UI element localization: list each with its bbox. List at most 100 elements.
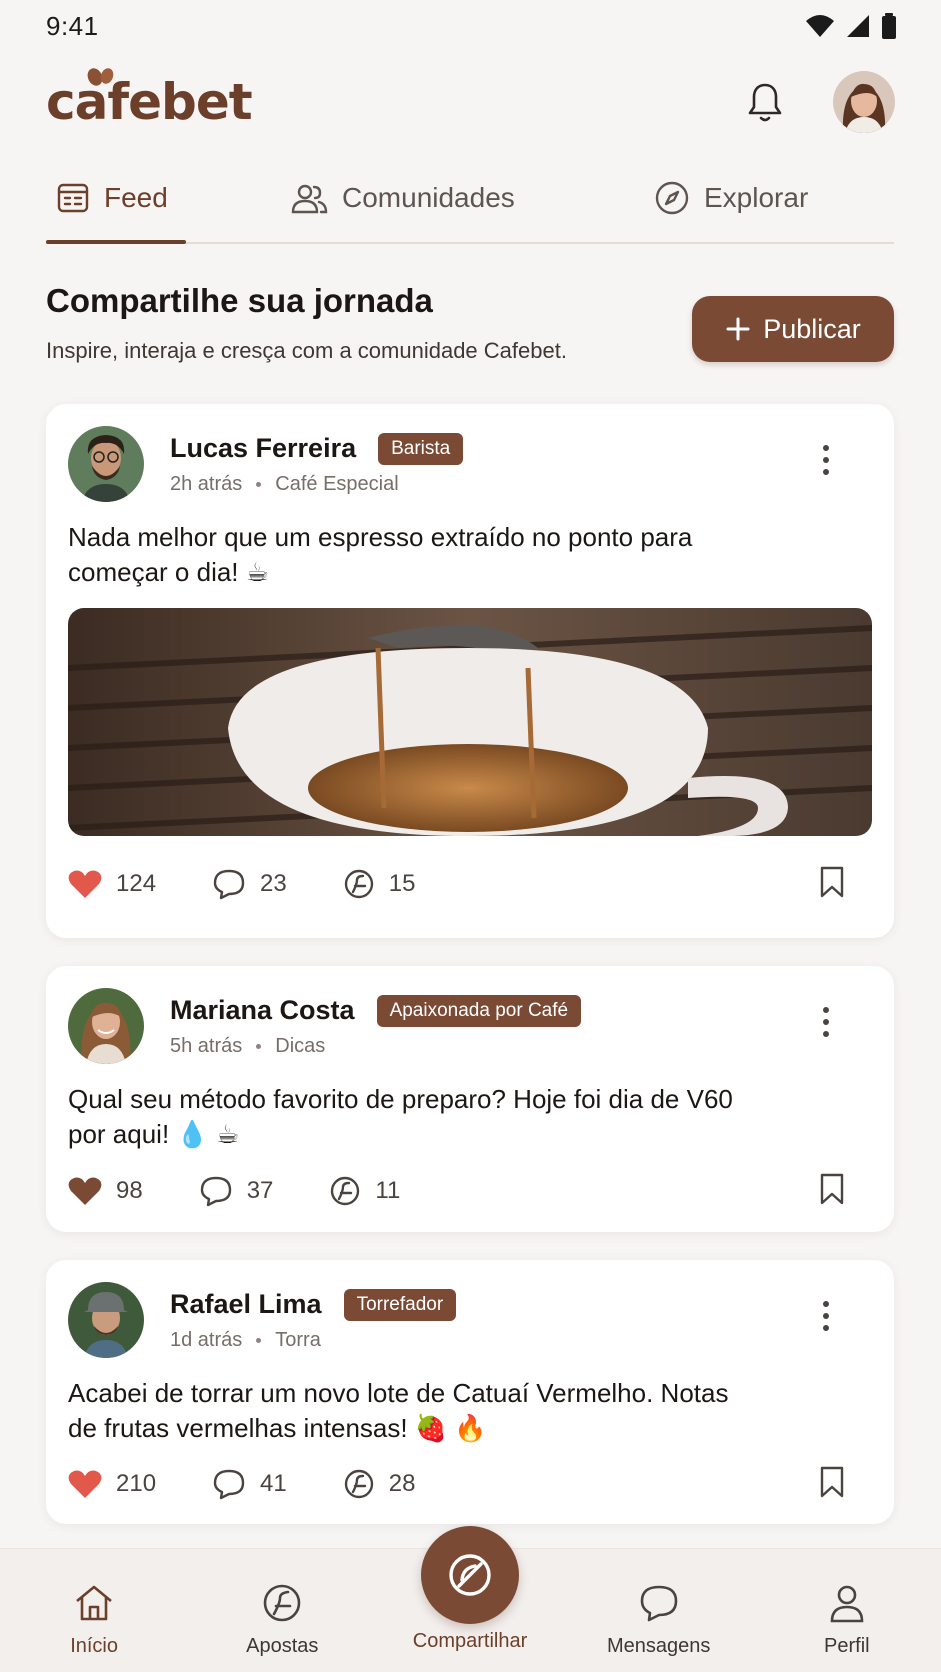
post-header: Mariana Costa Apaixonada por Café 5h atr… <box>68 988 872 1064</box>
author-name[interactable]: Rafael Lima <box>170 1289 322 1320</box>
author-avatar[interactable] <box>68 426 144 502</box>
like-count: 98 <box>116 1177 143 1204</box>
meta-separator <box>256 1043 262 1049</box>
more-dot <box>823 1313 829 1319</box>
post-card: Lucas Ferreira Barista 2h atrás Café Esp… <box>46 404 894 938</box>
share-button[interactable]: 28 <box>343 1468 416 1500</box>
tab-feed[interactable]: Feed <box>46 168 286 244</box>
post-category[interactable]: Dicas <box>275 1035 325 1058</box>
bookmark-button[interactable] <box>818 866 846 903</box>
app-logo[interactable]: cafebet <box>46 68 253 131</box>
comment-icon <box>200 1176 231 1207</box>
bean-share-icon <box>449 1554 491 1596</box>
logo-text: cafebet <box>46 73 253 131</box>
nav-apostas-label: Apostas <box>246 1635 319 1657</box>
post-actions: 210 41 28 <box>68 1446 872 1522</box>
post-meta: 2h atrás Café Especial <box>170 473 463 496</box>
like-count: 210 <box>116 1470 157 1497</box>
coffee-bean-icon <box>87 68 114 86</box>
post-category[interactable]: Café Especial <box>275 473 398 496</box>
share-count: 28 <box>388 1470 416 1497</box>
plus-icon <box>726 317 750 341</box>
comment-count: 37 <box>246 1177 274 1204</box>
bookmark-button[interactable] <box>818 1173 846 1210</box>
header-actions <box>741 71 895 133</box>
post-card: Mariana Costa Apaixonada por Café 5h atr… <box>46 966 894 1232</box>
comment-button[interactable]: 37 <box>199 1175 274 1207</box>
post-text: Acabei de torrar um novo lote de Catuaí … <box>68 1378 729 1443</box>
more-dot <box>823 1019 829 1025</box>
author-info: Rafael Lima Torrefador 1d atrás Torra <box>170 1288 457 1352</box>
tab-bar: Feed Comunidades Explorar <box>46 168 894 244</box>
publish-button[interactable]: Publicar <box>692 296 894 362</box>
more-dot <box>823 469 829 475</box>
compass-icon <box>655 181 689 215</box>
post-header: Rafael Lima Torrefador 1d atrás Torra <box>68 1282 872 1358</box>
nav-inicio[interactable]: Início <box>19 1583 169 1658</box>
comment-icon <box>213 869 245 900</box>
nav-perfil[interactable]: Perfil <box>772 1583 922 1658</box>
nav-mensagens-label: Mensagens <box>606 1635 711 1657</box>
post-image[interactable] <box>67 608 873 836</box>
nav-inicio-label: Início <box>70 1635 118 1657</box>
notifications-button[interactable] <box>741 78 789 126</box>
bean-share-icon <box>344 869 373 899</box>
signal-icon <box>847 15 869 37</box>
like-button[interactable]: 210 <box>68 1469 156 1499</box>
post-actions: 124 23 15 <box>68 841 872 927</box>
author-row: Lucas Ferreira Barista <box>170 432 464 465</box>
nav-apostas[interactable]: Apostas <box>207 1583 357 1658</box>
post-header: Lucas Ferreira Barista 2h atrás Café Esp… <box>68 426 872 502</box>
tab-comunidades-label: Comunidades <box>342 182 515 213</box>
more-options-button[interactable] <box>814 1292 838 1340</box>
role-badge: Apaixonada por Café <box>376 994 582 1027</box>
profile-avatar[interactable] <box>833 71 895 133</box>
bean-icon <box>263 1584 301 1622</box>
post-category[interactable]: Torra <box>275 1329 321 1352</box>
post-card: Rafael Lima Torrefador 1d atrás Torra Ac… <box>46 1260 894 1524</box>
more-dot <box>823 1301 829 1307</box>
comment-button[interactable]: 23 <box>212 868 287 900</box>
bookmark-icon <box>820 1466 844 1497</box>
author-row: Mariana Costa Apaixonada por Café <box>170 994 582 1027</box>
author-name[interactable]: Mariana Costa <box>170 995 355 1026</box>
compartilhar-fab[interactable] <box>421 1526 519 1624</box>
more-dot <box>823 1031 829 1037</box>
user-icon <box>830 1585 864 1623</box>
author-avatar[interactable] <box>68 988 144 1064</box>
tab-comunidades[interactable]: Comunidades <box>286 168 644 228</box>
role-badge: Barista <box>378 432 464 465</box>
author-row: Rafael Lima Torrefador <box>170 1288 457 1321</box>
share-button[interactable]: 11 <box>329 1175 400 1207</box>
bookmark-icon <box>820 866 844 897</box>
heart-icon <box>68 870 102 898</box>
more-options-button[interactable] <box>814 998 838 1046</box>
post-time: 5h atrás <box>170 1034 243 1057</box>
tab-feed-label: Feed <box>104 182 168 213</box>
bookmark-button[interactable] <box>818 1466 846 1503</box>
nav-compartilhar-label[interactable]: Compartilhar <box>400 1630 540 1653</box>
app-header: cafebet <box>0 62 941 142</box>
post-text: Qual seu método favorito de preparo? Hoj… <box>68 1084 733 1149</box>
comment-count: 23 <box>260 870 287 897</box>
more-dot <box>823 1007 829 1013</box>
author-avatar[interactable] <box>68 1282 144 1358</box>
like-button[interactable]: 98 <box>68 1176 143 1206</box>
share-section: Compartilhe sua jornada Inspire, interaj… <box>46 282 894 382</box>
author-info: Mariana Costa Apaixonada por Café 5h atr… <box>170 994 582 1058</box>
share-button[interactable]: 15 <box>343 868 415 900</box>
like-button[interactable]: 124 <box>68 869 156 899</box>
comment-button[interactable]: 41 <box>212 1468 287 1500</box>
meta-separator <box>256 481 262 487</box>
post-time: 1d atrás <box>170 1328 243 1351</box>
status-icons <box>805 13 897 39</box>
post-meta: 5h atrás Dicas <box>170 1035 581 1058</box>
message-icon <box>640 1585 677 1622</box>
bell-icon <box>748 83 782 122</box>
status-time: 9:41 <box>46 10 99 41</box>
more-options-button[interactable] <box>814 436 838 484</box>
tab-explorar-label: Explorar <box>704 182 809 213</box>
tab-explorar[interactable]: Explorar <box>644 168 808 228</box>
nav-mensagens[interactable]: Mensagens <box>584 1583 734 1658</box>
author-name[interactable]: Lucas Ferreira <box>170 433 356 464</box>
